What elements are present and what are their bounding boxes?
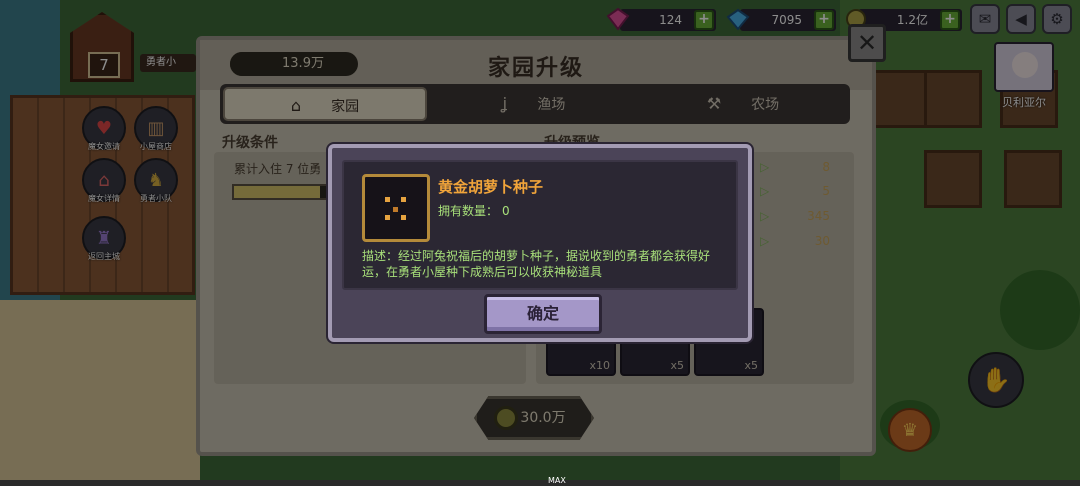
owned-count: 拥有数量： 0 (438, 204, 510, 218)
confirm-button[interactable]: 确定 (484, 294, 602, 334)
max-bar (0, 480, 1080, 486)
item-info-body: 黄金胡萝卜种子 拥有数量： 0 描述：经过阿兔祝福后的胡萝卜种子，据说收到的勇者都… (342, 160, 738, 290)
item-info-dialog: 黄金胡萝卜种子 拥有数量： 0 描述：经过阿兔祝福后的胡萝卜种子，据说收到的勇者都… (328, 144, 752, 342)
item-name: 黄金胡萝卜种子 (438, 178, 544, 196)
seed-dot (393, 207, 398, 212)
seed-dot (401, 215, 406, 220)
seed-dot (385, 215, 390, 220)
max-label: MAX (548, 476, 566, 485)
seed-dot (401, 197, 406, 202)
carrot-seed-icon (362, 174, 430, 242)
item-description: 描述：经过阿兔祝福后的胡萝卜种子，据说收到的勇者都会获得好运，在勇者小屋种下成熟… (362, 249, 711, 279)
seed-dot (385, 197, 390, 202)
